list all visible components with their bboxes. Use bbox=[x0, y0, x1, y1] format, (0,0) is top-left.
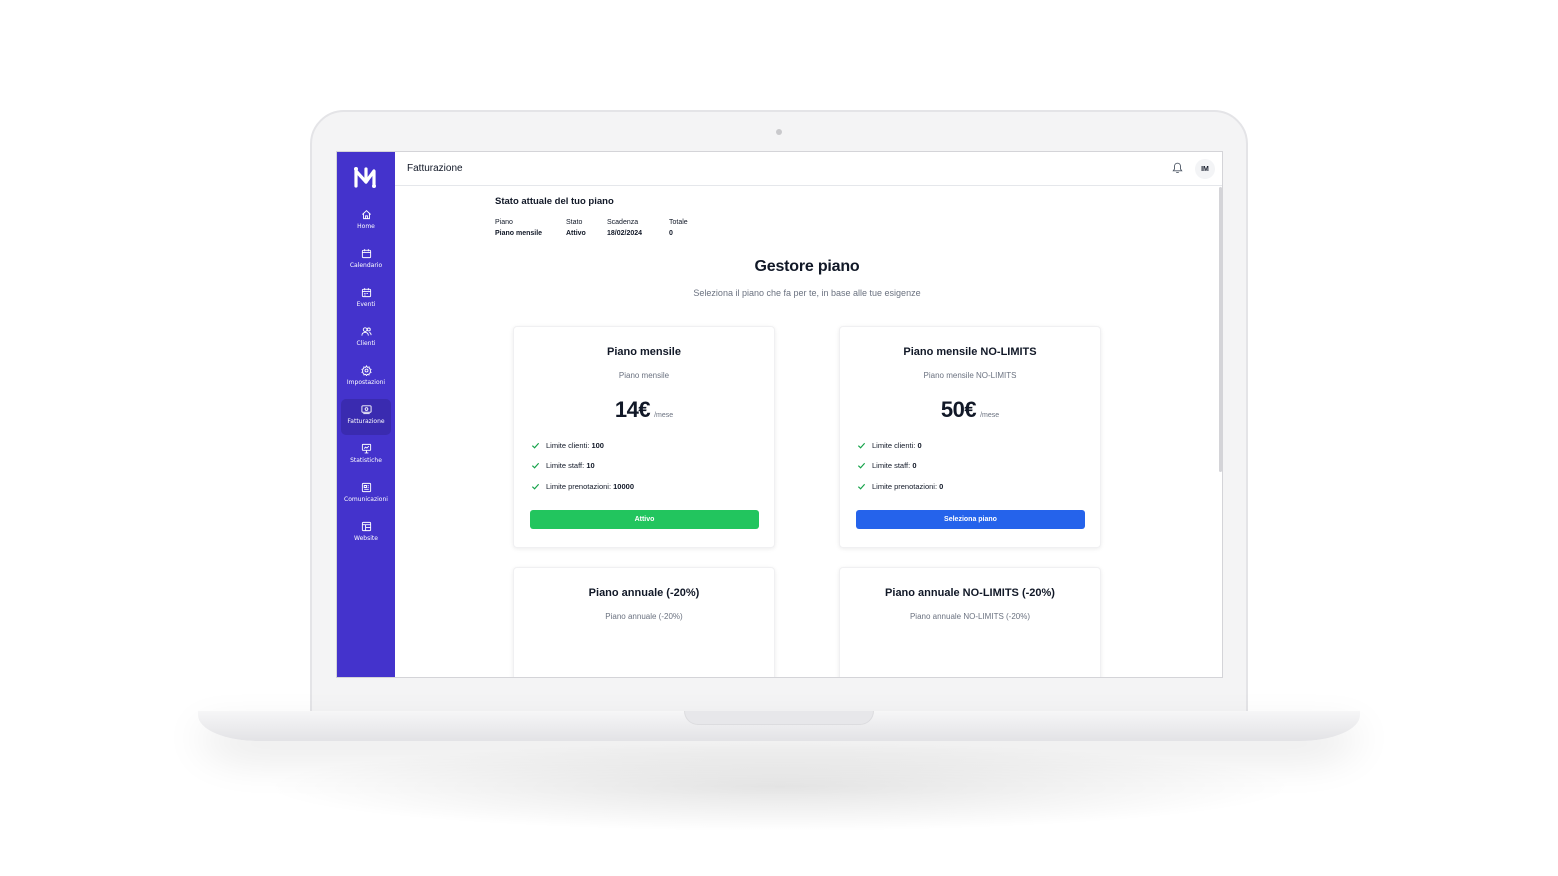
sidebar-item-home[interactable]: Home bbox=[341, 204, 391, 240]
sidebar-item-calendario[interactable]: Calendario bbox=[341, 243, 391, 279]
plan-feature: Limite prenotazioni: 0 bbox=[857, 482, 943, 491]
plan-period: /mese bbox=[654, 412, 674, 419]
check-icon bbox=[857, 483, 866, 490]
select-plan-button[interactable]: Seleziona piano bbox=[856, 510, 1085, 529]
plan-manager-heading: Gestore piano bbox=[754, 258, 860, 275]
plan-title: Piano mensile NO-LIMITS bbox=[903, 346, 1037, 358]
status-column-stato: Stato Attivo bbox=[566, 219, 586, 237]
sidebar-item-clienti[interactable]: Clienti bbox=[341, 321, 391, 357]
sidebar: Home Calendario Eventi Clienti Impostazi… bbox=[337, 152, 395, 677]
presentation-chart-icon bbox=[361, 443, 371, 454]
plan-card-monthly: Piano mensile Piano mensile 14€ /mese Li… bbox=[513, 326, 775, 548]
status-label: Scadenza bbox=[607, 219, 639, 226]
sidebar-item-eventi[interactable]: Eventi bbox=[341, 282, 391, 318]
check-icon bbox=[857, 442, 866, 449]
plan-card-monthly-no-limits: Piano mensile NO-LIMITS Piano mensile NO… bbox=[839, 326, 1101, 548]
mockup-stage: Home Calendario Eventi Clienti Impostazi… bbox=[0, 0, 1558, 876]
scrollbar[interactable] bbox=[1219, 187, 1222, 472]
home-icon bbox=[361, 210, 371, 220]
calendar-icon bbox=[361, 249, 371, 259]
plan-price-row: 50€ /mese bbox=[840, 397, 1100, 423]
top-bar: Fatturazione IM bbox=[395, 152, 1222, 186]
active-plan-button[interactable]: Attivo bbox=[530, 510, 759, 529]
plan-title: Piano annuale NO-LIMITS (-20%) bbox=[885, 587, 1055, 599]
app-logo-icon[interactable] bbox=[353, 165, 379, 189]
sidebar-item-label: Calendario bbox=[349, 262, 383, 269]
check-icon bbox=[531, 483, 540, 490]
status-label: Totale bbox=[669, 219, 688, 226]
sidebar-item-label: Comunicazioni bbox=[344, 496, 388, 503]
plan-subtitle: Piano mensile bbox=[618, 371, 670, 380]
layout-icon bbox=[361, 521, 371, 532]
sidebar-item-label: Clienti bbox=[356, 340, 376, 347]
laptop-camera bbox=[776, 129, 782, 135]
plan-feature: Limite clienti: 0 bbox=[857, 441, 922, 450]
sidebar-item-label: Website bbox=[354, 535, 378, 542]
sidebar-item-fatturazione[interactable]: Fatturazione bbox=[341, 399, 391, 435]
plan-title: Piano mensile bbox=[607, 346, 681, 358]
status-label: Piano bbox=[495, 219, 513, 226]
plan-subtitle: Piano annuale (-20%) bbox=[605, 612, 683, 621]
page-title: Fatturazione bbox=[407, 163, 463, 174]
sidebar-item-label: Fatturazione bbox=[347, 418, 385, 425]
sidebar-item-label: Impostazioni bbox=[346, 379, 386, 386]
plan-status-title: Stato attuale del tuo piano bbox=[495, 196, 614, 207]
plan-feature: Limite prenotazioni: 10000 bbox=[531, 482, 634, 491]
sidebar-item-impostazioni[interactable]: Impostazioni bbox=[341, 360, 391, 396]
laptop-notch bbox=[684, 711, 874, 725]
status-value: Piano mensile bbox=[495, 230, 543, 237]
check-icon bbox=[531, 442, 540, 449]
plan-manager-subheading: Seleziona il piano che fa per te, in bas… bbox=[693, 288, 921, 298]
plan-title: Piano annuale (-20%) bbox=[588, 587, 700, 599]
calendar-event-icon bbox=[361, 288, 371, 298]
laptop-shadow bbox=[260, 742, 1300, 832]
plan-card-annual: Piano annuale (-20%) Piano annuale (-20%… bbox=[513, 567, 775, 677]
billing-icon bbox=[360, 405, 372, 415]
avatar[interactable]: IM bbox=[1195, 159, 1215, 179]
app-screen: Home Calendario Eventi Clienti Impostazi… bbox=[336, 151, 1223, 678]
plan-feature: Limite staff: 10 bbox=[531, 461, 595, 470]
bell-icon[interactable] bbox=[1172, 162, 1183, 174]
sidebar-item-comunicazioni[interactable]: Comunicazioni bbox=[341, 477, 391, 513]
sidebar-item-website[interactable]: Website bbox=[341, 516, 391, 552]
status-value: 0 bbox=[669, 230, 673, 237]
gear-icon bbox=[360, 365, 372, 376]
sidebar-item-label: Statistiche bbox=[350, 457, 382, 464]
newspaper-icon bbox=[361, 482, 371, 493]
plan-feature: Limite staff: 0 bbox=[857, 461, 916, 470]
sidebar-item-label: Home bbox=[357, 223, 375, 230]
status-column-totale: Totale 0 bbox=[669, 219, 688, 237]
status-label: Stato bbox=[566, 219, 583, 226]
status-value: Attivo bbox=[566, 230, 586, 237]
status-value: 18/02/2024 bbox=[607, 230, 643, 237]
sidebar-item-statistiche[interactable]: Statistiche bbox=[341, 438, 391, 474]
plan-price: 14€ bbox=[614, 397, 651, 422]
plan-price-row: 14€ /mese bbox=[514, 397, 774, 423]
plan-period: /mese bbox=[980, 412, 1000, 419]
plan-card-annual-no-limits: Piano annuale NO-LIMITS (-20%) Piano ann… bbox=[839, 567, 1101, 677]
sidebar-item-label: Eventi bbox=[356, 301, 376, 308]
status-column-scadenza: Scadenza 18/02/2024 bbox=[607, 219, 642, 237]
plan-subtitle: Piano mensile NO-LIMITS bbox=[923, 371, 1017, 380]
check-icon bbox=[531, 462, 540, 469]
plan-price: 50€ bbox=[940, 397, 977, 422]
plan-subtitle: Piano annuale NO-LIMITS (-20%) bbox=[909, 612, 1031, 621]
status-column-piano: Piano Piano mensile bbox=[495, 219, 542, 237]
check-icon bbox=[857, 462, 866, 469]
users-icon bbox=[360, 327, 372, 336]
plan-feature: Limite clienti: 100 bbox=[531, 441, 604, 450]
